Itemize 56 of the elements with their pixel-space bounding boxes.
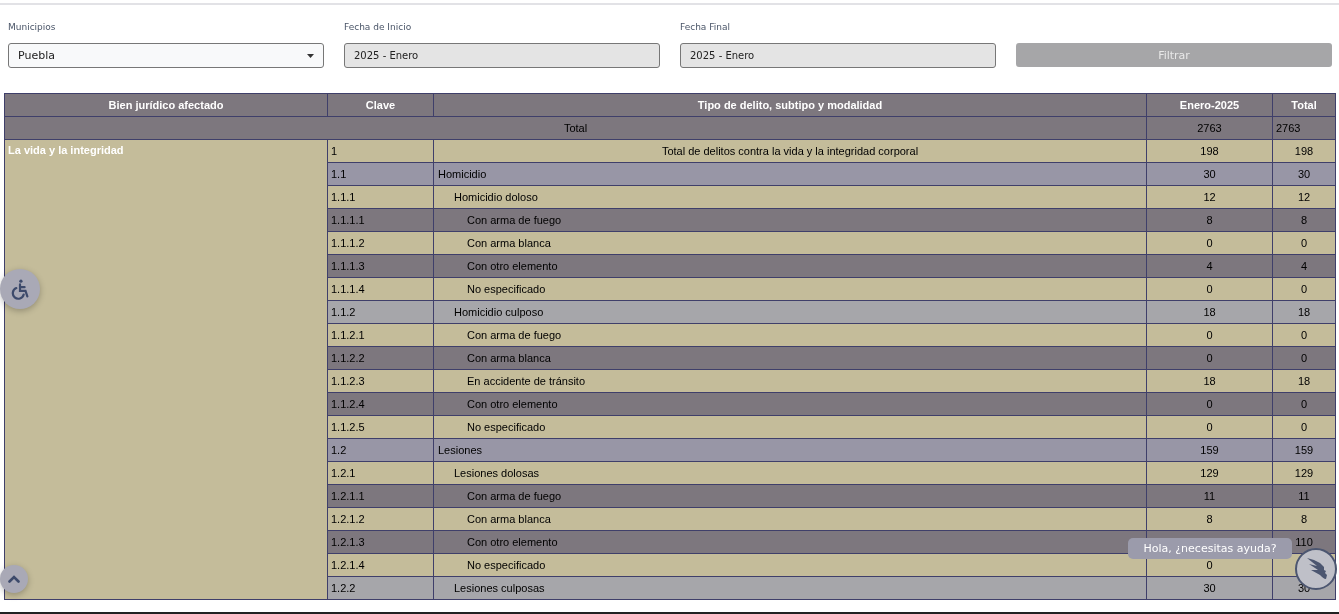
table-cell: Lesiones culposas xyxy=(433,576,1147,600)
table-cell: 11 xyxy=(1146,484,1273,508)
column-header: Tipo de delito, subtipo y modalidad xyxy=(433,93,1147,117)
column-header: Enero-2025 xyxy=(1146,93,1273,117)
field-label: Fecha Final xyxy=(680,22,730,34)
table-cell: Con arma blanca xyxy=(433,346,1147,370)
table-cell: 0 xyxy=(1146,323,1273,347)
table-cell: No especificado xyxy=(433,415,1147,439)
table-cell: Con arma de fuego xyxy=(433,484,1147,508)
table-cell: Homicidio xyxy=(433,162,1147,186)
table-cell: 0 xyxy=(1146,231,1273,255)
table-cell: Con otro elemento xyxy=(433,254,1147,278)
municipality-dropdown[interactable]: Puebla xyxy=(8,43,324,68)
chat-greeting: Hola, ¿necesitas ayuda? xyxy=(1128,538,1292,559)
table-cell: 0 xyxy=(1146,277,1273,301)
table-cell: 2763 xyxy=(1146,116,1273,140)
table-cell: Con arma de fuego xyxy=(433,323,1147,347)
date-field[interactable]: 2025 - Enero xyxy=(680,43,996,68)
table-cell: La vida y la integridad xyxy=(4,139,328,600)
table-cell: 8 xyxy=(1146,208,1273,232)
table-cell: 0 xyxy=(1146,346,1273,370)
column-header: Bien jurídico afectado xyxy=(4,93,328,117)
table-cell: No especificado xyxy=(433,553,1147,577)
table-cell: 0 xyxy=(1146,415,1273,439)
table-cell: En accidente de tránsito xyxy=(433,369,1147,393)
table-cell: Homicidio culposo xyxy=(433,300,1147,324)
caret-icon xyxy=(307,53,314,58)
table-cell: 30 xyxy=(1146,576,1273,600)
wheelchair-icon xyxy=(9,278,31,300)
scroll-top-button[interactable] xyxy=(0,565,28,593)
table-cell: Lesiones dolosas xyxy=(433,461,1147,485)
table-cell: 159 xyxy=(1146,438,1273,462)
table-cell: 18 xyxy=(1146,300,1273,324)
date-field[interactable]: 2025 - Enero xyxy=(344,43,660,68)
table-cell: 198 xyxy=(1146,139,1273,163)
table-cell: Total de delitos contra la vida y la integridad corporal xyxy=(433,139,1147,163)
table-cell: 4 xyxy=(1146,254,1273,278)
table-cell: 129 xyxy=(1146,461,1273,485)
table-cell: 8 xyxy=(1146,507,1273,531)
table-cell: Con otro elemento xyxy=(433,392,1147,416)
table-cell: 18 xyxy=(1146,369,1273,393)
column-header: Clave xyxy=(327,93,434,117)
chevron-up-icon xyxy=(8,575,20,583)
field-label: Fecha de Inicio xyxy=(344,22,412,34)
column-header: Total xyxy=(1272,93,1336,117)
table-cell: Con arma blanca xyxy=(433,507,1147,531)
table-cell: No especificado xyxy=(433,277,1147,301)
table-cell: Lesiones xyxy=(433,438,1147,462)
table-cell: Con arma de fuego xyxy=(433,208,1147,232)
table-cell: Con arma blanca xyxy=(433,231,1147,255)
table-cell: Total xyxy=(4,116,1147,140)
table-cell: 0 xyxy=(1146,392,1273,416)
table-cell: 30 xyxy=(1146,162,1273,186)
table-cell: 12 xyxy=(1146,185,1273,209)
table-cell: Homicidio doloso xyxy=(433,185,1147,209)
field-label: Municipios xyxy=(8,22,56,34)
